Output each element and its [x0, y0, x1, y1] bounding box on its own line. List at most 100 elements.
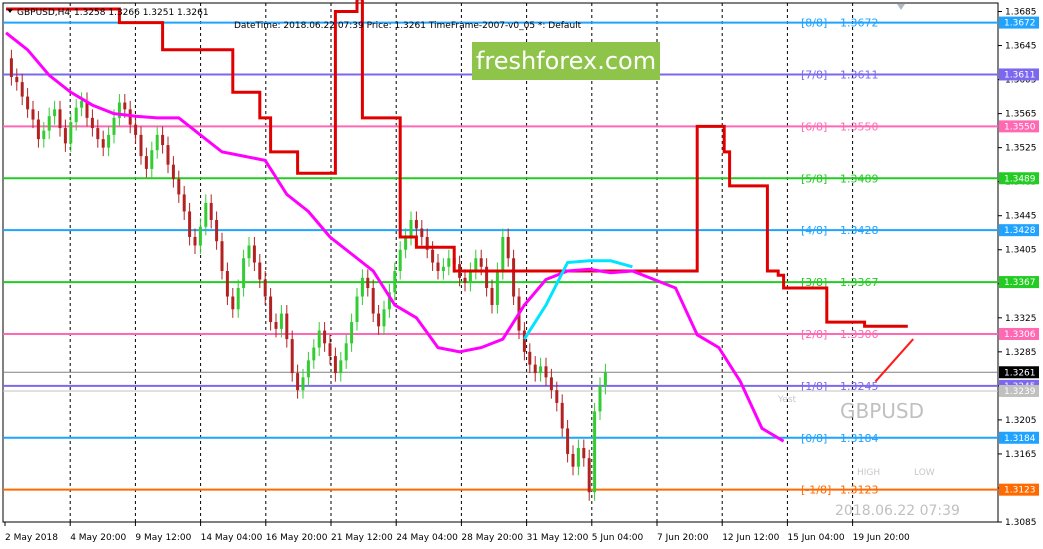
mt4-chart-window[interactable]: [8/8] 1.3672 [7/8] 1.3611 [6/8] 1.3550 [5/8] 1.…: [0, 0, 1043, 549]
candle-body: [63, 128, 67, 144]
candle-body: [171, 164, 175, 180]
y-tick-label: 1.3205: [1005, 416, 1037, 426]
high-label: HIGH: [857, 468, 880, 478]
candle-body: [193, 236, 197, 246]
candle-body: [101, 139, 105, 148]
level-name: [-1/8]: [801, 484, 831, 497]
candle-body: [15, 77, 19, 83]
candle-body: [593, 411, 597, 493]
level-value: 1.3123: [840, 484, 879, 497]
price-tag-label: 1.3672: [1004, 19, 1036, 29]
extra-price-tag-label: 1.3239: [1004, 387, 1036, 397]
candle-body: [317, 330, 321, 348]
candle-body: [20, 82, 24, 97]
yesterday-label: Yest: [777, 395, 797, 405]
x-tick-label: 31 May 12:00: [527, 533, 589, 543]
candle-body: [576, 447, 580, 467]
candle-body: [123, 102, 127, 110]
candle-body: [436, 262, 440, 272]
candle-body: [582, 447, 586, 459]
candle-body: [215, 219, 219, 242]
freshforex-watermark: freshforex.com: [472, 42, 660, 80]
candle-body: [474, 258, 478, 272]
candle-body: [69, 122, 73, 144]
candle-body: [58, 109, 62, 129]
candle-body: [134, 124, 138, 135]
level-value: 1.3184: [840, 432, 879, 445]
x-tick-label: 4 May 20:00: [70, 533, 126, 543]
candle-body: [139, 134, 143, 157]
candle-body: [377, 313, 381, 327]
candle-body: [269, 296, 273, 323]
price-tag-label: 1.3184: [1004, 434, 1036, 444]
level-name: [8/8]: [801, 17, 827, 30]
candle-body: [182, 194, 186, 212]
x-tick-label: 5 Jun 04:00: [592, 533, 644, 543]
x-tick-label: 16 May 20:00: [266, 533, 328, 543]
candle-body: [290, 339, 294, 374]
level-name: [2/8]: [801, 328, 827, 341]
candle-body: [166, 145, 170, 165]
candle-body: [344, 343, 348, 361]
price-chart[interactable]: [8/8] 1.3672 [7/8] 1.3611 [6/8] 1.3550 [5/8] 1.…: [0, 0, 1043, 549]
candle-body: [155, 134, 159, 151]
candle-body: [279, 313, 283, 329]
price-tag-label: 1.3367: [1004, 278, 1036, 288]
candle-body: [225, 271, 229, 297]
x-tick-label: 24 May 04:00: [396, 533, 458, 543]
candle-body: [80, 100, 84, 108]
x-tick-label: 15 Jun 04:00: [787, 533, 844, 543]
candle-body: [463, 277, 467, 283]
candle-body: [366, 277, 370, 289]
candle-body: [306, 360, 310, 378]
candle-body: [9, 58, 13, 78]
x-tick-label: 2 May 2018: [5, 533, 58, 543]
candle-body: [252, 245, 256, 263]
candle-body: [544, 366, 548, 378]
y-tick-label: 1.3325: [1005, 314, 1037, 324]
candle-body: [393, 271, 397, 293]
price-tag-label: 1.3428: [1004, 226, 1036, 236]
candle-body: [441, 266, 445, 272]
candle-body: [150, 150, 154, 169]
candle-body: [198, 226, 202, 246]
candle-body: [247, 245, 251, 259]
candle-body: [301, 377, 305, 391]
candle-body: [468, 271, 472, 283]
candle-body: [188, 211, 192, 237]
candle-body: [371, 288, 375, 314]
level-name: [7/8]: [801, 68, 827, 81]
level-value: 1.3367: [840, 276, 879, 289]
candle-body: [431, 249, 435, 263]
candle-body: [74, 107, 78, 123]
x-tick-label: 9 May 12:00: [135, 533, 191, 543]
x-tick-label: 19 Jun 20:00: [853, 533, 910, 543]
candle-body: [479, 258, 483, 267]
level-name: [4/8]: [801, 224, 827, 237]
symbol-label: GBPUSD,H4: [17, 8, 70, 18]
candle-body: [350, 322, 354, 344]
candle-body: [220, 241, 224, 272]
candle-body: [414, 219, 418, 229]
x-tick-label: 28 May 20:00: [461, 533, 523, 543]
chart-background: [0, 0, 1043, 549]
candle-body: [360, 277, 364, 297]
candle-body: [512, 258, 516, 297]
overlay-symbol: GBPUSD: [840, 399, 924, 423]
price-tag-label: 1.3611: [1004, 70, 1036, 80]
candle-body: [204, 202, 208, 227]
candle-body: [36, 119, 40, 140]
indicator-info: DateTime: 2018.06.22 07:39 Price: 1.3261…: [234, 21, 582, 31]
candle-body: [522, 330, 526, 352]
candle-body: [398, 249, 402, 272]
candle-body: [490, 288, 494, 306]
level-name: [5/8]: [801, 172, 827, 185]
candle-body: [571, 453, 575, 467]
candle-body: [409, 219, 413, 237]
candle-body: [274, 322, 278, 329]
y-tick-label: 1.3525: [1005, 144, 1037, 154]
candle-body: [144, 156, 148, 169]
y-tick-label: 1.3685: [1005, 8, 1037, 18]
candle-body: [420, 228, 424, 237]
candle-body: [323, 330, 327, 344]
